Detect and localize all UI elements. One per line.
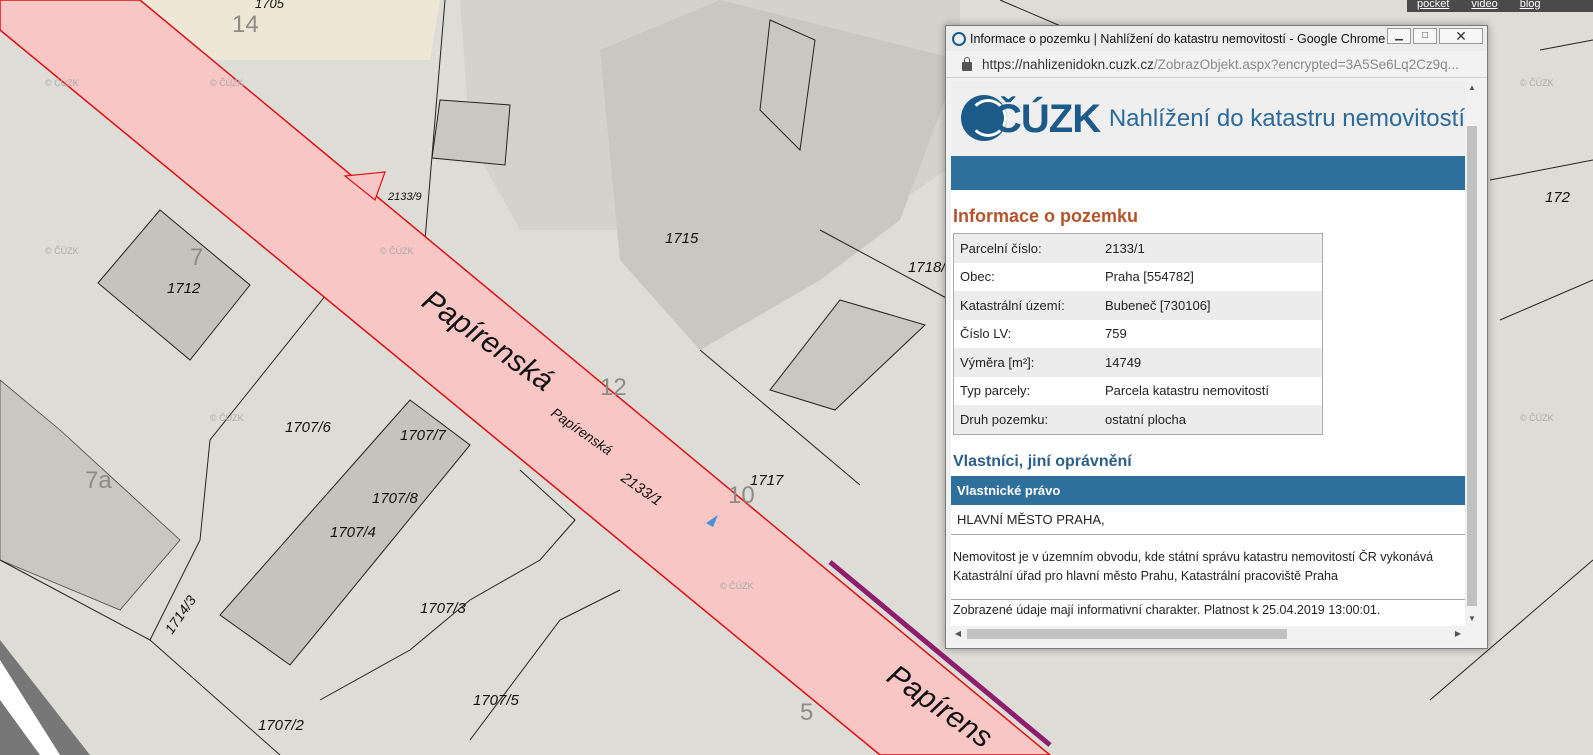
scroll-down-icon[interactable]: ▼ — [1465, 612, 1479, 626]
site-header: ČÚZK Nahlížení do katastru nemovitostí — [951, 81, 1465, 156]
section-title: Informace o pozemku — [953, 206, 1139, 226]
address-bar[interactable]: https://nahlizenidokn.cuzk.cz/ZobrazObje… — [946, 51, 1487, 78]
row-label: Výměra [m²]: — [960, 354, 1035, 370]
top-links: pocket video blog — [1407, 0, 1593, 12]
parcel-label: 1707/7 — [400, 427, 447, 444]
top-link[interactable]: video — [1471, 0, 1497, 12]
row-value: Parcela katastru nemovitostí — [1105, 383, 1270, 399]
table-row: Parcelní číslo: 2133/1 — [953, 233, 1323, 263]
parcel-label: 1707/4 — [330, 524, 376, 541]
maximize-button[interactable]: □ — [1413, 28, 1437, 44]
scroll-thumb[interactable] — [1467, 126, 1477, 606]
map-watermark: © ČÚZK — [380, 246, 414, 256]
row-value: ostatní plocha — [1105, 411, 1186, 427]
parcel-label: 2133/9 — [387, 191, 422, 203]
map-watermark: © ČÚZK — [45, 78, 79, 88]
parcel-label: 172 — [1545, 189, 1571, 206]
parcel-label: 1717 — [750, 472, 784, 489]
house-number: 12 — [600, 374, 627, 401]
close-button[interactable]: ✕ — [1439, 28, 1483, 44]
map-watermark: © ČÚZK — [720, 581, 754, 591]
scroll-thumb[interactable] — [967, 629, 1287, 639]
scroll-right-icon[interactable]: ▶ — [1451, 626, 1465, 642]
row-value: 14749 — [1105, 354, 1142, 370]
url-path: /ZobrazObjekt.aspx?encrypted=3A5Se6Lq2Cz… — [1153, 56, 1459, 72]
page-content: ČÚZK Nahlížení do katastru nemovitostí I… — [951, 81, 1465, 626]
parcel-label: 1705 — [255, 0, 285, 11]
parcel-label: 1718/ — [908, 259, 947, 276]
parcel-label: 1707/6 — [285, 419, 332, 436]
top-link[interactable]: blog — [1520, 0, 1541, 12]
note-line[interactable]: Katastrální úřad pro hlavní město Prahu,… — [953, 567, 1465, 586]
url-host: https://nahlizenidokn.cuzk.cz — [982, 56, 1154, 72]
table-row: Katastrální území: Bubeneč [730106] — [953, 291, 1323, 320]
scroll-left-icon[interactable]: ◀ — [951, 626, 965, 642]
window-title: Informace o pozemku | Nahlížení do katas… — [970, 31, 1386, 46]
parcel-label: 1715 — [665, 230, 699, 247]
map-watermark: © ČÚZK — [210, 78, 244, 88]
owners-header: Vlastnické právo — [951, 475, 1465, 505]
map-watermark: © ČÚZK — [45, 246, 79, 256]
house-number: 10 — [728, 482, 755, 509]
note-line: Nemovitost je v územním obvodu, kde stát… — [953, 549, 1434, 564]
map-watermark: © ČÚZK — [210, 413, 244, 423]
map-watermark: © ČÚZK — [1520, 413, 1554, 423]
chrome-app-icon — [952, 31, 966, 46]
row-label: Parcelní číslo: — [960, 240, 1042, 256]
vertical-scrollbar[interactable]: ▲ ▼ — [1465, 81, 1479, 626]
row-value: 2133/1 — [1105, 240, 1145, 256]
owners-title: Vlastníci, jiní oprávnění — [953, 452, 1132, 470]
parcel-label: 1707/3 — [420, 600, 467, 617]
table-row: Výměra [m²]: 14749 — [953, 348, 1323, 377]
table-row: Druh pozemku: ostatní plocha — [953, 405, 1323, 434]
table-row: Číslo LV: 759 — [954, 320, 1323, 349]
table-row: Obec: Praha [554782] — [954, 263, 1323, 292]
window-titlebar[interactable]: Informace o pozemku | Nahlížení do katas… — [946, 26, 1487, 51]
house-number: 7a — [85, 467, 112, 494]
row-value[interactable]: Bubeneč [730106] — [1099, 291, 1323, 320]
row-label: Obec: — [960, 269, 995, 285]
parcel-label: 1712 — [167, 280, 201, 297]
owner-row: HLAVNÍ MĚSTO PRAHA, — [951, 505, 1465, 535]
row-label: Druh pozemku: — [960, 411, 1049, 427]
validity-footer: Zobrazené údaje mají informativní charak… — [951, 598, 1465, 617]
house-number: 14 — [232, 11, 259, 38]
parcel-label: 1707/2 — [258, 717, 305, 734]
cuzk-logo[interactable]: ČÚZK — [961, 93, 1101, 145]
top-link[interactable]: pocket — [1417, 0, 1449, 12]
map-watermark: © ČÚZK — [1520, 78, 1554, 88]
house-number: 7 — [190, 244, 203, 271]
parcel-info-window[interactable]: Informace o pozemku | Nahlížení do katas… — [945, 25, 1488, 649]
table-row: Typ parcely: Parcela katastru nemovitostí — [954, 377, 1323, 406]
scroll-up-icon[interactable]: ▲ — [1465, 81, 1479, 95]
parcel-label: 1707/8 — [372, 490, 419, 507]
row-label: Typ parcely: — [960, 383, 1031, 399]
horizontal-scrollbar[interactable]: ◀ ▶ — [951, 626, 1465, 642]
house-number: 5 — [800, 699, 813, 726]
lock-icon — [962, 56, 972, 71]
row-label: Katastrální území: — [960, 297, 1065, 313]
row-value[interactable]: Praha [554782] — [1099, 263, 1323, 292]
portal-title: Nahlížení do katastru nemovitostí — [1108, 104, 1465, 132]
parcel-info-table: Parcelní číslo: 2133/1 Obec: Praha [554782… — [953, 233, 1323, 435]
jurisdiction-note: Nemovitost je v územním obvodu, kde stát… — [953, 548, 1465, 586]
row-label: Číslo LV: — [960, 326, 1012, 342]
nav-bar — [951, 156, 1465, 190]
parcel-label: 1707/5 — [473, 692, 520, 709]
logo-text: ČÚZK — [993, 96, 1101, 141]
minimize-button[interactable]: ▁ — [1387, 28, 1411, 44]
row-value[interactable]: 759 — [1099, 320, 1323, 349]
